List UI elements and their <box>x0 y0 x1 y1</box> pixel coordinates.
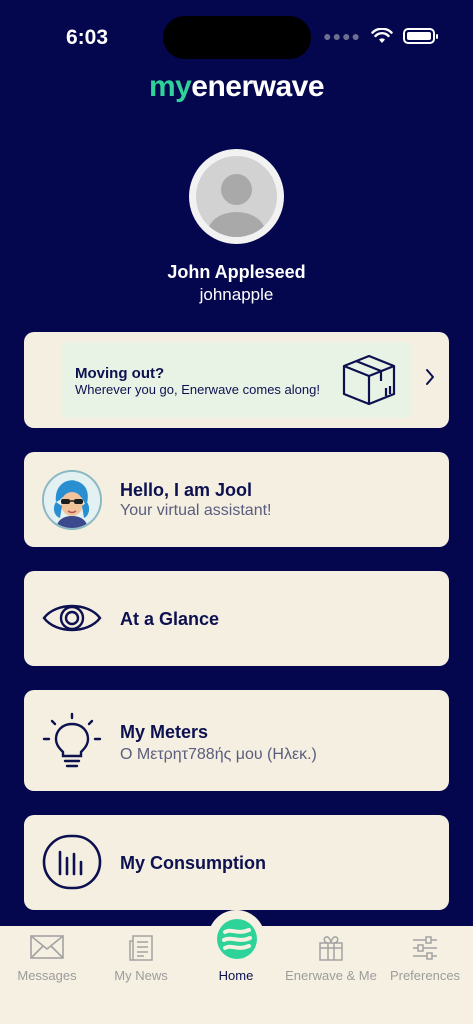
at-a-glance-card[interactable]: At a Glance <box>24 571 449 666</box>
gift-icon <box>319 936 343 961</box>
meters-title: My Meters <box>120 722 209 742</box>
profile-name: John Appleseed <box>167 262 306 282</box>
my-meters-card[interactable]: My Meters Ο Μετρητ788ής μου (Ηλεκ.) <box>24 690 449 791</box>
tab-preferences[interactable]: Preferences <box>378 926 472 996</box>
envelope-icon <box>30 935 64 959</box>
assistant-subtitle: Your virtual assistant! <box>120 502 272 519</box>
home-button[interactable] <box>208 910 265 967</box>
logo-my: my <box>148 70 192 103</box>
eye-icon <box>42 604 102 632</box>
logo-brand: enerwave <box>191 70 325 103</box>
battery-icon <box>403 28 438 44</box>
my-consumption-card[interactable]: My Consumption <box>24 815 449 910</box>
status-bar: 6:03 ●●●● <box>0 0 473 70</box>
tab-enerwave-and-me-label: Enerwave & Me <box>285 968 377 983</box>
tab-messages[interactable]: Messages <box>0 926 94 996</box>
person-placeholder-icon <box>196 156 277 237</box>
app-logo: myenerwave <box>0 70 473 104</box>
tab-my-news[interactable]: My News <box>94 926 188 996</box>
signal-icon: ●●●● <box>323 28 361 44</box>
profile-username: johnapple <box>199 285 274 304</box>
banner-content: Moving out? Wherever you go, Enerwave co… <box>61 342 412 418</box>
status-time: 6:03 <box>66 26 109 49</box>
wifi-icon <box>371 28 393 43</box>
moving-out-banner[interactable]: Moving out? Wherever you go, Enerwave co… <box>24 332 449 428</box>
consumption-title: My Consumption <box>120 853 266 873</box>
chevron-right-icon <box>426 369 434 385</box>
tab-home-label: Home <box>218 968 254 983</box>
tab-enerwave-and-me[interactable]: Enerwave & Me <box>284 926 378 996</box>
bar-chart-icon <box>42 834 102 890</box>
glance-title: At a Glance <box>120 609 220 629</box>
tab-messages-label: Messages <box>17 968 77 983</box>
meters-subtitle: Ο Μετρητ788ής μου (Ηλεκ.) <box>120 746 317 763</box>
tab-preferences-label: Preferences <box>389 968 461 983</box>
status-icons: ●●●● <box>323 28 438 44</box>
box-icon <box>342 354 396 406</box>
lightbulb-icon <box>42 712 102 768</box>
assistant-title: Hello, I am Jool <box>120 480 253 500</box>
sliders-icon <box>413 936 437 960</box>
enerwave-logo-icon <box>216 918 257 959</box>
dynamic-island <box>163 16 311 59</box>
jool-avatar-icon <box>42 470 102 530</box>
banner-title: Moving out? <box>75 365 165 382</box>
assistant-card[interactable]: Hello, I am Jool Your virtual assistant! <box>24 452 449 547</box>
banner-subtitle: Wherever you go, Enerwave comes along! <box>75 382 320 397</box>
tab-my-news-label: My News <box>114 968 168 983</box>
newspaper-icon <box>129 935 153 961</box>
profile-avatar[interactable] <box>189 149 284 244</box>
